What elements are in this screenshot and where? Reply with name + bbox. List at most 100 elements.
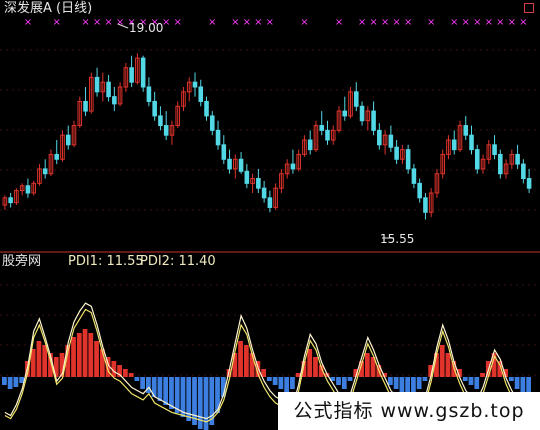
histogram-bar bbox=[439, 345, 445, 377]
candle-body bbox=[405, 149, 411, 170]
signal-marker: × bbox=[243, 17, 251, 28]
histogram-bar bbox=[290, 377, 295, 389]
candle-body bbox=[290, 163, 296, 170]
candle-body bbox=[163, 125, 169, 136]
histogram-bar bbox=[272, 377, 278, 385]
candle-body bbox=[359, 105, 365, 122]
signal-marker: × bbox=[392, 17, 400, 28]
histogram-bar bbox=[307, 349, 313, 377]
signal-marker: × bbox=[231, 17, 239, 28]
signal-marker: × bbox=[473, 17, 481, 28]
histogram-bar bbox=[278, 377, 284, 389]
histogram-bar bbox=[416, 377, 422, 389]
histogram-bar bbox=[468, 377, 474, 385]
histogram-bar bbox=[82, 329, 88, 377]
pdi2-legend: PDI2: 11.40 bbox=[140, 254, 216, 269]
signal-marker: × bbox=[508, 17, 516, 28]
candle-body bbox=[8, 197, 13, 204]
stock-chart: × × × × × × × × × × × × × × × × × × × × × × × × × × × × × × × bbox=[0, 17, 540, 430]
histogram-bar bbox=[364, 353, 370, 377]
candle-body bbox=[319, 125, 325, 131]
histogram-bar bbox=[13, 377, 19, 387]
candle-body bbox=[498, 153, 503, 175]
candle-body bbox=[521, 163, 526, 180]
histogram-bar bbox=[422, 377, 428, 381]
histogram-bar bbox=[313, 357, 318, 377]
signal-marker: × bbox=[174, 17, 182, 28]
candle-body bbox=[209, 115, 215, 131]
candle-body bbox=[371, 110, 376, 131]
candle-body bbox=[221, 144, 227, 160]
candle-body bbox=[256, 178, 261, 189]
histogram-bar bbox=[387, 377, 393, 385]
low-price-label: 15.55 bbox=[380, 232, 415, 246]
signal-marker: × bbox=[300, 17, 308, 28]
signal-marker: × bbox=[266, 17, 274, 28]
histogram-bar bbox=[169, 377, 174, 409]
signal-marker: × bbox=[519, 17, 527, 28]
histogram-bar bbox=[238, 341, 243, 377]
signal-marker: × bbox=[254, 17, 262, 28]
signal-marker: × bbox=[208, 17, 216, 28]
histogram-bar bbox=[128, 373, 134, 377]
histogram-bar bbox=[341, 377, 347, 389]
price-gridlines bbox=[0, 49, 540, 211]
candle-body bbox=[129, 67, 134, 83]
histogram-bar bbox=[163, 377, 169, 405]
candle-body bbox=[94, 76, 100, 93]
candle-body bbox=[526, 178, 532, 189]
histogram-bar bbox=[445, 353, 451, 377]
signal-marker: × bbox=[369, 17, 377, 28]
candle-body bbox=[83, 100, 88, 112]
histogram-bar bbox=[232, 353, 238, 377]
high-price-label: 19.00 bbox=[129, 21, 164, 35]
histogram-bar bbox=[76, 333, 82, 377]
candle-body bbox=[244, 170, 250, 184]
candle-body bbox=[377, 129, 382, 146]
candle-body bbox=[140, 57, 146, 88]
site-watermark: 公式指标 www.gszb.top bbox=[278, 392, 540, 430]
square-icon[interactable] bbox=[524, 3, 534, 13]
histogram-bar bbox=[399, 377, 405, 393]
histogram-bar bbox=[122, 369, 128, 377]
histogram-bar bbox=[520, 377, 526, 393]
histogram-bar bbox=[2, 377, 7, 385]
histogram-bar bbox=[474, 377, 480, 389]
candlestick-series bbox=[2, 53, 532, 220]
candle-body bbox=[54, 153, 60, 160]
histogram-bar bbox=[36, 341, 42, 377]
candle-body bbox=[204, 100, 209, 117]
signal-marker: × bbox=[462, 17, 470, 28]
candle-body bbox=[238, 158, 244, 172]
candle-body bbox=[112, 96, 117, 105]
candle-body bbox=[423, 197, 428, 213]
histogram-bar bbox=[284, 377, 290, 393]
candle-body bbox=[474, 149, 480, 170]
histogram-bar bbox=[347, 377, 353, 381]
histogram-bar bbox=[508, 377, 514, 381]
candle-body bbox=[106, 81, 111, 98]
candle-body bbox=[515, 153, 520, 165]
candle-body bbox=[451, 139, 457, 151]
candle-body bbox=[342, 110, 348, 117]
histogram-bar bbox=[267, 377, 272, 381]
histogram-bar bbox=[134, 377, 140, 381]
histogram-bar bbox=[7, 377, 13, 389]
signal-marker: × bbox=[104, 17, 112, 28]
signal-marker: × bbox=[335, 17, 343, 28]
signal-marker: × bbox=[24, 17, 32, 28]
histogram-bar bbox=[197, 377, 203, 429]
candle-body bbox=[388, 134, 394, 148]
candle-body bbox=[192, 81, 198, 88]
histogram-bar bbox=[243, 345, 249, 377]
histogram-bar bbox=[157, 377, 163, 401]
candle-body bbox=[307, 139, 313, 151]
candle-body bbox=[267, 197, 273, 208]
signal-marker: × bbox=[450, 17, 458, 28]
signal-marker: × bbox=[496, 17, 504, 28]
candle-body bbox=[492, 144, 497, 155]
candle-body bbox=[411, 168, 417, 184]
signal-marker: × bbox=[485, 17, 493, 28]
signal-marker: × bbox=[404, 17, 412, 28]
signal-marker: × bbox=[53, 17, 61, 28]
